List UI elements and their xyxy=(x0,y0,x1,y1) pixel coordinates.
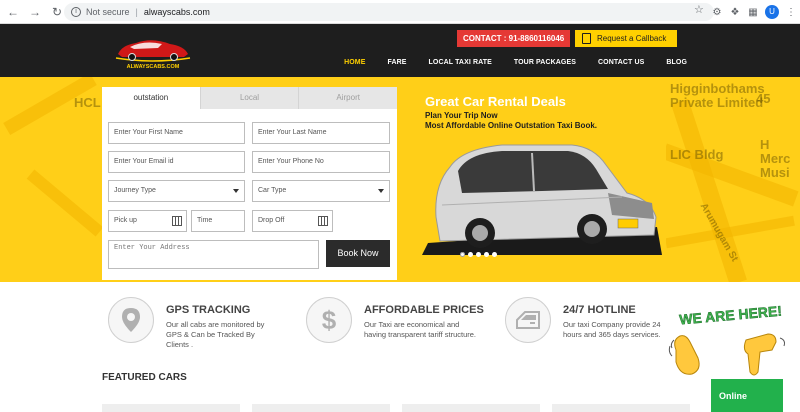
slider-dots xyxy=(460,252,497,257)
dropoff-date-field[interactable]: Drop Off xyxy=(252,210,333,232)
email-field[interactable]: Enter Your Email id xyxy=(108,151,245,173)
nav-local-taxi-rate[interactable]: LOCAL TAXI RATE xyxy=(429,59,492,66)
extension-grid-icon[interactable]: ▦ xyxy=(744,7,762,18)
calendar-icon[interactable] xyxy=(172,216,182,226)
nav-contact-us[interactable]: CONTACT US xyxy=(598,59,644,66)
map-pin-icon xyxy=(108,297,154,343)
slider-dot[interactable] xyxy=(476,252,481,257)
nav-tour-packages[interactable]: TOUR PACKAGES xyxy=(514,59,576,66)
security-label: Not secure xyxy=(86,7,130,17)
nav-home[interactable]: HOME xyxy=(344,59,365,66)
map-road xyxy=(26,169,104,237)
contact-phone-badge[interactable]: CONTACT : 91-8860116046 xyxy=(457,30,571,47)
slide-title: Great Car Rental Deals xyxy=(425,94,566,109)
featured-car-card[interactable] xyxy=(252,404,390,412)
url-text: alwayscabs.com xyxy=(143,7,210,17)
extension-puzzle-icon[interactable]: ❖ xyxy=(726,7,744,18)
map-label: Musi xyxy=(760,165,790,180)
map-label: H xyxy=(760,137,770,152)
map-label: LIC Bldg xyxy=(670,147,724,162)
dollar-icon: $ xyxy=(306,297,352,343)
tab-outstation[interactable]: outstation xyxy=(102,87,201,109)
extension-icon[interactable]: ⚙ xyxy=(708,7,726,18)
calendar-icon[interactable] xyxy=(318,216,328,226)
nav-fare[interactable]: FARE xyxy=(387,59,406,66)
url-separator: | xyxy=(135,7,138,17)
car-type-select[interactable]: Car Type xyxy=(252,180,390,202)
waving-hand-icon xyxy=(668,335,700,375)
last-name-field[interactable]: Enter Your Last Name xyxy=(252,122,390,144)
chat-online-button[interactable]: Online xyxy=(711,379,783,412)
request-callback-label: Request a Callback xyxy=(597,34,667,43)
journey-type-select[interactable]: Journey Type xyxy=(108,180,245,202)
back-icon[interactable]: ← xyxy=(4,3,22,21)
slider-dot[interactable] xyxy=(460,252,465,257)
book-now-button[interactable]: Book Now xyxy=(326,240,390,267)
logo-text: ALWAYSCABS.COM xyxy=(127,64,180,70)
car-door-icon xyxy=(505,297,551,343)
slide-line-2: Most Affordable Online Outstation Taxi B… xyxy=(425,121,598,130)
slide-subtitle: Plan Your Trip Now Most Affordable Onlin… xyxy=(425,111,597,131)
we-are-here-text: WE ARE HERE! xyxy=(679,303,783,328)
nav-blog[interactable]: BLOG xyxy=(666,59,687,66)
featured-car-card[interactable] xyxy=(402,404,540,412)
feature-text: Our Taxi are economical and having trans… xyxy=(364,320,477,339)
slide-line-1: Plan Your Trip Now xyxy=(425,111,498,120)
we-are-here-banner[interactable]: WE ARE HERE! xyxy=(668,300,794,380)
map-label: Higginbothams xyxy=(670,81,765,96)
browser-toolbar: ← → ↻ i Not secure | alwayscabs.com ☆ ⚙ … xyxy=(0,0,800,24)
map-label: 45 xyxy=(756,91,771,106)
bookmark-star-icon[interactable]: ☆ xyxy=(694,3,704,16)
pickup-placeholder: Pick up xyxy=(114,217,137,224)
hero-slider: Great Car Rental Deals Plan Your Trip No… xyxy=(416,87,666,280)
forward-icon[interactable]: → xyxy=(26,3,44,21)
phone-field[interactable]: Enter Your Phone No xyxy=(252,151,390,173)
journey-type-value: Journey Type xyxy=(114,187,156,194)
address-textarea[interactable]: Enter Your Address xyxy=(108,240,319,269)
feature-title: 24/7 HOTLINE xyxy=(563,304,636,316)
slider-dot[interactable] xyxy=(468,252,473,257)
chevron-down-icon xyxy=(378,189,384,193)
booking-tabs: outstation Local Airport xyxy=(102,87,398,109)
chevron-down-icon xyxy=(233,189,239,193)
feature-title: AFFORDABLE PRICES xyxy=(364,304,484,316)
main-nav: HOME FARE LOCAL TAXI RATE TOUR PACKAGES … xyxy=(322,59,687,66)
pickup-date-field[interactable]: Pick up xyxy=(108,210,187,232)
innova-car-image xyxy=(422,144,662,255)
map-label: Merc xyxy=(760,151,791,166)
svg-text:$: $ xyxy=(322,306,337,334)
phone-icon xyxy=(582,33,591,44)
address-bar[interactable]: i Not secure | alwayscabs.com xyxy=(64,3,714,21)
featured-car-card[interactable] xyxy=(102,404,240,412)
feature-text: Our taxi Company provide 24 hours and 36… xyxy=(563,320,661,339)
dropoff-placeholder: Drop Off xyxy=(258,217,285,224)
featured-car-card[interactable] xyxy=(552,404,690,412)
profile-avatar[interactable]: U xyxy=(765,5,779,19)
info-icon[interactable]: i xyxy=(71,7,81,17)
slider-dot[interactable] xyxy=(492,252,497,257)
menu-dots-icon[interactable]: ⋮ xyxy=(782,7,800,18)
alwayscabs-logo[interactable]: ALWAYSCABS.COM xyxy=(112,32,194,70)
tab-local[interactable]: Local xyxy=(200,87,300,109)
feature-title: GPS TRACKING xyxy=(166,304,251,316)
pointing-hand-icon xyxy=(743,333,785,376)
request-callback-button[interactable]: Request a Callback xyxy=(575,30,677,47)
map-label: HCL xyxy=(74,95,101,110)
map-label: Private Limited xyxy=(670,95,764,110)
slider-dot[interactable] xyxy=(484,252,489,257)
first-name-field[interactable]: Enter Your First Name xyxy=(108,122,245,144)
featured-cars-heading: FEATURED CARS xyxy=(102,372,187,383)
feature-text: Our all cabs are monitored by GPS & Can … xyxy=(166,320,265,349)
time-field[interactable]: Time xyxy=(191,210,245,232)
tab-airport[interactable]: Airport xyxy=(299,87,398,109)
site-header: ALWAYSCABS.COM CONTACT : 91-8860116046 R… xyxy=(0,24,800,77)
car-type-value: Car Type xyxy=(258,187,287,194)
